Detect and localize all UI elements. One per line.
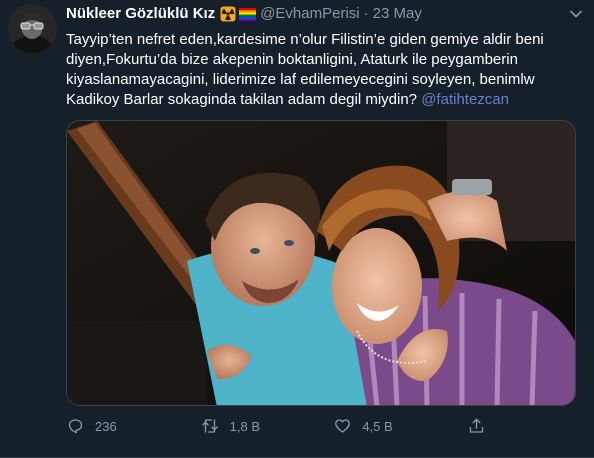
reply-button[interactable]: 236 <box>66 415 200 437</box>
tweet-text-line: diyen,Fokurtu’da bize akepenin boktanlig… <box>66 51 518 68</box>
heart-icon <box>335 419 351 433</box>
tweet-header: Nükleer Gözlüklü Kız @EvhamPerisi · 23 M… <box>66 4 586 24</box>
radioactive-icon <box>220 6 236 22</box>
like-count: 4,5 B <box>362 418 393 434</box>
tweet-text-line: Kadikoy Barlar sokaginda takilan adam de… <box>66 90 574 110</box>
tweet-text-line: kiyaslanamayacagini, liderimize laf edil… <box>66 71 535 88</box>
tweet[interactable]: Nükleer Gözlüklü Kız @EvhamPerisi · 23 M… <box>0 0 594 458</box>
tweet-content: Nükleer Gözlüklü Kız @EvhamPerisi · 23 M… <box>66 4 586 434</box>
retweet-button[interactable]: 1,8 B <box>200 415 334 437</box>
more-options-button[interactable] <box>568 8 584 20</box>
avatar[interactable] <box>8 4 57 53</box>
tweet-actions: 236 1,8 B 4,5 B <box>66 415 496 437</box>
separator-dot: · <box>363 5 369 22</box>
tweet-photo[interactable] <box>66 120 576 406</box>
author-handle[interactable]: @EvhamPerisi <box>260 4 359 24</box>
name-emojis <box>220 6 257 22</box>
share-button[interactable] <box>467 415 496 437</box>
photo-image <box>67 121 575 405</box>
timestamp[interactable]: 23 May <box>373 4 422 24</box>
tweet-text-segment: Kadikoy Barlar sokaginda takilan adam de… <box>66 91 422 108</box>
chevron-down-icon <box>570 10 582 18</box>
like-button[interactable]: 4,5 B <box>333 415 467 437</box>
retweet-count: 1,8 B <box>229 418 261 434</box>
avatar-image <box>8 4 57 53</box>
tweet-text: Tayyip’ten nefret eden,kardesime n’olur … <box>66 30 574 110</box>
reply-count: 236 <box>95 418 117 434</box>
display-name[interactable]: Nükleer Gözlüklü Kız <box>66 4 215 24</box>
rainbow-flag-icon <box>239 7 257 21</box>
share-icon <box>469 418 484 433</box>
mention-link[interactable]: @fatihtezcan <box>421 91 509 108</box>
tweet-text-line: Tayyip’ten nefret eden,kardesime n’olur … <box>66 31 544 48</box>
retweet-icon <box>201 419 218 433</box>
reply-icon <box>68 419 83 434</box>
